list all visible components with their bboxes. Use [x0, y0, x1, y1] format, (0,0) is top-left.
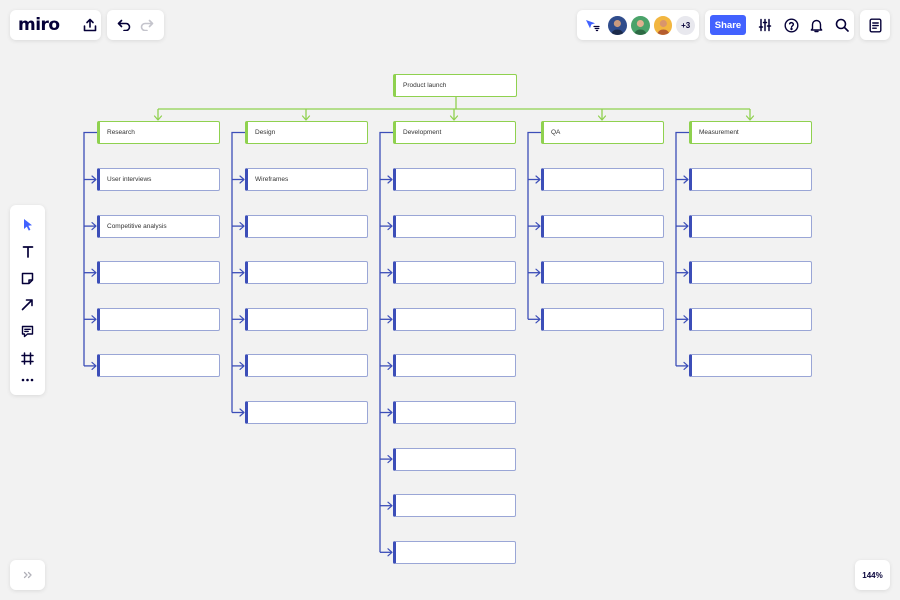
child-node[interactable] [689, 168, 812, 191]
branch-connector [379, 131, 393, 553]
child-node[interactable] [393, 401, 516, 424]
branch-connector [675, 131, 689, 366]
export-icon [83, 18, 96, 32]
actions-panel: Share [705, 10, 854, 40]
redo-icon [140, 19, 154, 31]
sticky-note-tool[interactable] [21, 272, 34, 285]
child-node[interactable] [689, 214, 812, 238]
root-node[interactable]: Product launch [393, 74, 517, 97]
child-node[interactable] [689, 307, 812, 331]
more-tools-button[interactable] [21, 378, 34, 382]
child-node[interactable]: User interviews [97, 168, 220, 191]
collaborators-panel: +3 [577, 10, 699, 40]
column-node[interactable]: Design [245, 121, 368, 144]
expand-panel [10, 560, 45, 590]
child-node[interactable] [97, 261, 220, 285]
child-node[interactable] [393, 261, 516, 285]
more-icon [21, 378, 34, 382]
child-node[interactable]: Wireframes [245, 168, 368, 191]
creation-toolbar [10, 205, 45, 395]
select-tool[interactable] [22, 218, 34, 232]
line-tool[interactable] [21, 298, 34, 311]
more-collaborators-badge[interactable]: +3 [676, 15, 695, 35]
avatar[interactable] [608, 15, 627, 35]
branch-connector [83, 131, 97, 366]
child-node[interactable] [393, 494, 516, 518]
person-icon [656, 19, 670, 35]
expand-icon [23, 571, 32, 579]
notifications-button[interactable] [810, 18, 823, 33]
line-arrow-icon [21, 299, 33, 311]
child-node[interactable] [393, 307, 516, 331]
comment-icon [21, 325, 34, 338]
child-node[interactable] [541, 214, 664, 238]
text-icon [22, 246, 33, 259]
miro-logo: miro [18, 15, 60, 35]
redo-button[interactable] [140, 19, 154, 31]
child-node[interactable] [245, 261, 368, 285]
child-node[interactable] [689, 354, 812, 378]
zoom-level[interactable]: 144% [862, 571, 882, 580]
undo-icon [117, 19, 131, 31]
export-button[interactable] [83, 18, 97, 32]
person-icon [610, 19, 624, 35]
search-icon [835, 18, 849, 32]
cursor-filter-button[interactable] [585, 19, 600, 32]
child-node[interactable] [97, 354, 220, 378]
column-node[interactable]: QA [541, 121, 664, 144]
child-node[interactable] [541, 307, 664, 331]
child-node-label: Competitive analysis [107, 222, 167, 230]
avatar[interactable] [653, 15, 673, 35]
bell-icon [810, 19, 823, 32]
help-icon [783, 17, 799, 33]
frame-tool[interactable] [21, 351, 34, 365]
child-node[interactable] [393, 354, 516, 378]
child-node[interactable] [245, 401, 368, 424]
child-node[interactable] [245, 307, 368, 331]
notes-button[interactable] [869, 18, 882, 33]
column-node-label: Design [255, 129, 276, 136]
brand-panel: miro [10, 10, 101, 40]
child-node-label: User interviews [107, 176, 152, 183]
column-node-label: QA [551, 129, 561, 136]
column-node[interactable]: Development [393, 121, 516, 144]
expand-button[interactable] [23, 571, 33, 579]
person-icon [633, 19, 647, 35]
child-node-label: Wireframes [255, 176, 289, 183]
settings-sliders-icon [758, 18, 771, 32]
cursor-filter-icon [586, 19, 600, 31]
column-node[interactable]: Measurement [689, 121, 812, 144]
search-button[interactable] [835, 18, 849, 32]
child-node[interactable] [245, 354, 368, 378]
child-node[interactable] [689, 261, 812, 285]
child-node[interactable] [541, 168, 664, 191]
settings-button[interactable] [758, 18, 772, 32]
select-icon [23, 218, 32, 231]
text-tool[interactable] [22, 245, 34, 259]
frame-icon [21, 351, 34, 365]
notes-icon [869, 18, 882, 33]
share-button[interactable]: Share [710, 15, 746, 35]
child-node[interactable] [393, 214, 516, 238]
child-node[interactable] [541, 261, 664, 285]
column-node-label: Research [107, 129, 135, 136]
help-button[interactable] [783, 17, 799, 33]
root-node-label: Product launch [403, 82, 447, 89]
child-node[interactable] [245, 214, 368, 238]
undo-button[interactable] [117, 19, 131, 31]
avatar[interactable] [630, 15, 650, 35]
child-node[interactable] [393, 168, 516, 191]
child-node[interactable] [97, 307, 220, 331]
notes-panel [860, 10, 890, 40]
column-node[interactable]: Research [97, 121, 220, 144]
column-node-label: Development [403, 129, 442, 136]
history-panel [107, 10, 164, 40]
child-node[interactable] [393, 540, 516, 564]
comment-tool[interactable] [21, 325, 34, 338]
child-node[interactable]: Competitive analysis [97, 214, 220, 238]
column-node-label: Measurement [699, 129, 739, 136]
child-node[interactable] [393, 447, 516, 471]
zoom-panel: 144% [855, 560, 890, 590]
sticky-note-icon [21, 272, 34, 285]
